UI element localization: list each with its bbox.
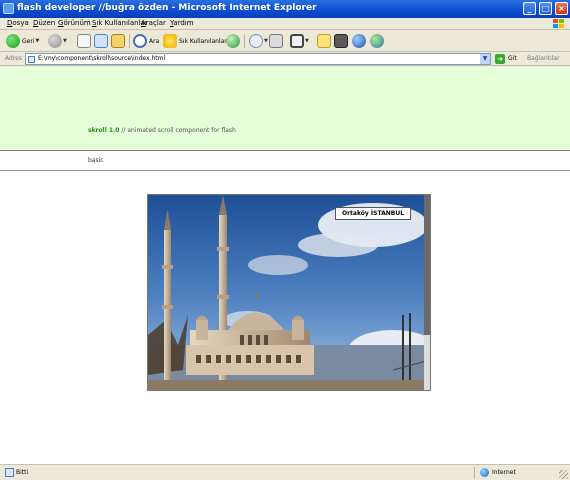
title-bar[interactable]: flash developer //buğra özden - Microsof… [0,0,570,18]
product-description: animated scroll component for flash [127,127,236,134]
edit-button[interactable]: ▼ [290,33,309,49]
chevron-down-icon[interactable]: ▼ [480,54,490,64]
media-button[interactable] [226,33,240,49]
print-button[interactable] [269,33,283,49]
windows-flag-icon [553,19,564,28]
back-icon [6,34,20,48]
address-url[interactable]: E:\my\component\skroll\source\index.html [38,55,165,62]
menu-duzen[interactable]: Düzen [33,19,55,27]
menu-dosya[interactable]: Dosya [7,19,29,27]
discuss-icon [334,34,348,48]
nav-link-basic[interactable]: basic [88,157,104,164]
discuss-button[interactable] [334,33,348,49]
status-text: Bitti [16,469,29,476]
go-icon[interactable]: ➜ [495,54,505,64]
menu-yardim[interactable]: Yardım [170,19,194,27]
product-name: skroll 1.0 [88,127,120,134]
ortakoy-mosque-photo [148,195,430,390]
menu-gorunum[interactable]: Görünüm [58,19,91,27]
address-input[interactable]: E:\my\component\skroll\source\index.html… [25,53,491,65]
folder-icon [317,34,331,48]
standard-toolbar: Geri ▼ ▼ Ara Sık Kullanılanlar ▼ ▼ [0,30,570,52]
folder-button[interactable] [317,33,331,49]
research-icon [370,34,384,48]
print-icon [269,34,283,48]
toolbar-separator [129,34,130,48]
chevron-down-icon[interactable]: ▼ [63,38,67,44]
messenger-icon [352,34,366,48]
status-bar: Bitti Internet [0,464,570,480]
scroll-thumb[interactable] [424,195,430,335]
window-title: flash developer //buğra özden - Microsof… [17,3,317,13]
chevron-down-icon[interactable]: ▼ [305,38,309,44]
refresh-button[interactable] [94,33,108,49]
media-icon [226,34,240,48]
home-button[interactable] [111,33,125,49]
research-button[interactable] [370,33,384,49]
address-bar: Adres E:\my\component\skroll\source\inde… [0,52,570,66]
messenger-button[interactable] [352,33,366,49]
chevron-down-icon[interactable]: ▼ [35,38,39,44]
minimize-button[interactable]: _ [523,2,536,15]
refresh-icon [94,34,108,48]
page-header: skroll 1.0 // animated scroll component … [0,67,570,151]
menu-araclar[interactable]: Araçlar [141,19,166,27]
menu-sik-kullanilanlar[interactable]: Sık Kullanılanlar [92,19,148,27]
address-label: Adres [5,55,22,62]
stop-icon [77,34,91,48]
resize-grip[interactable] [559,470,568,479]
back-button[interactable]: Geri ▼ [6,33,39,49]
home-icon [111,34,125,48]
internet-zone-icon [480,468,489,477]
ie-icon[interactable] [3,3,14,14]
favorites-button[interactable]: Sık Kullanılanlar [163,33,227,49]
mail-button[interactable]: ▼ [249,33,268,49]
close-button[interactable]: × [555,2,568,15]
favorites-icon [163,34,177,48]
status-divider [474,467,475,479]
go-button[interactable]: Git [508,55,517,62]
toolbar-separator [244,34,245,48]
page-icon [28,56,35,63]
mail-icon [249,34,263,48]
forward-icon [48,34,62,48]
maximize-button[interactable]: □ [539,2,552,15]
page-nav: basic [0,152,570,171]
stop-button[interactable] [77,33,91,49]
search-icon [133,34,147,48]
page-icon [5,468,14,477]
page-tagline: skroll 1.0 // animated scroll component … [88,127,236,134]
forward-button[interactable]: ▼ [48,33,67,49]
security-zone: Internet [492,469,516,476]
flash-scroll-component[interactable]: Ortaköy İSTANBUL [147,194,431,391]
search-button[interactable]: Ara [133,33,159,49]
photo-caption: Ortaköy İSTANBUL [335,207,411,220]
links-button[interactable]: Bağlantılar [527,55,560,62]
menu-bar: Dosya Düzen Görünüm Sık Kullanılanlar Ar… [0,18,570,30]
edit-icon [290,34,304,48]
chevron-down-icon[interactable]: ▼ [264,38,268,44]
page-viewport[interactable]: skroll 1.0 // animated scroll component … [0,67,570,464]
